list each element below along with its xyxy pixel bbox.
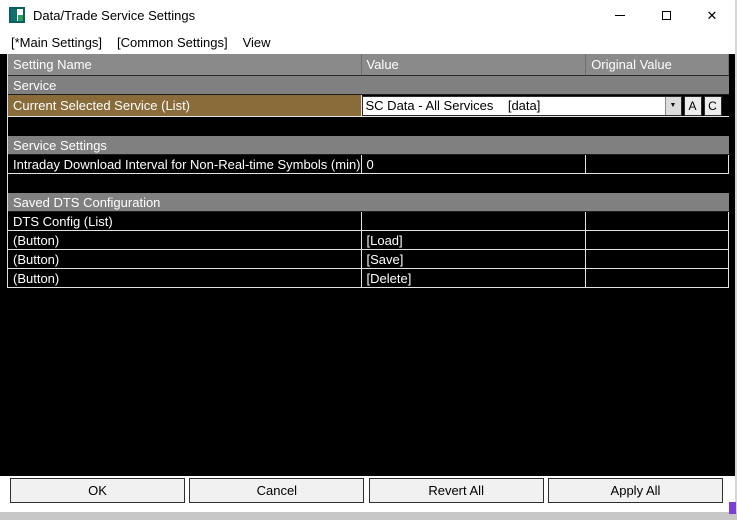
row-dts-config-list: DTS Config (List) — [8, 212, 729, 231]
original-value-cell — [586, 250, 729, 268]
settings-grid: Setting Name Value Original Value Servic… — [7, 54, 729, 288]
setting-name-cell: (Button) — [8, 231, 362, 249]
row-intraday-download-interval: Intraday Download Interval for Non-Real-… — [8, 155, 729, 174]
revert-all-button[interactable]: Revert All — [368, 478, 544, 503]
column-header-original-value: Original Value — [586, 54, 729, 75]
column-header-value: Value — [362, 54, 587, 75]
settings-area: Setting Name Value Original Value Servic… — [0, 54, 735, 476]
titlebar: Data/Trade Service Settings ✕ — [0, 0, 735, 30]
load-button[interactable]: [Load] — [362, 231, 587, 249]
setting-name-cell[interactable]: Current Selected Service (List) — [8, 95, 362, 116]
setting-name-cell[interactable]: DTS Config (List) — [8, 212, 362, 230]
grid-header-row: Setting Name Value Original Value — [8, 54, 729, 76]
background-window-fragment — [729, 502, 736, 514]
cancel-button[interactable]: Cancel — [189, 478, 365, 503]
c-button[interactable]: C — [703, 95, 722, 116]
app-icon — [9, 7, 25, 23]
spacer-row — [8, 117, 729, 136]
original-value-cell — [586, 212, 729, 230]
setting-name-cell[interactable]: Intraday Download Interval for Non-Real-… — [8, 155, 362, 173]
column-header-setting-name: Setting Name — [8, 54, 362, 75]
save-button[interactable]: [Save] — [362, 250, 587, 268]
original-value-cell — [586, 231, 729, 249]
section-saved-dts-configuration: Saved DTS Configuration — [8, 193, 729, 212]
setting-value-cell[interactable] — [362, 212, 587, 230]
caption-buttons: ✕ — [597, 0, 735, 30]
chevron-down-icon[interactable]: ▼ — [664, 96, 681, 115]
maximize-button[interactable] — [643, 0, 689, 30]
close-button[interactable]: ✕ — [689, 0, 735, 30]
service-dropdown[interactable]: SC Data - All Services [data] ▼ — [361, 95, 682, 116]
a-button[interactable]: A — [683, 95, 702, 116]
setting-value-cell: SC Data - All Services [data] ▼ A C — [361, 95, 729, 116]
menu-view[interactable]: View — [242, 33, 272, 52]
minimize-icon — [615, 14, 625, 16]
row-load-button: (Button) [Load] — [8, 231, 729, 250]
menu-common-settings[interactable]: [Common Settings] — [116, 33, 229, 52]
dialog-window: Data/Trade Service Settings ✕ [*Main Set… — [0, 0, 737, 512]
section-service-settings: Service Settings — [8, 136, 729, 155]
maximize-icon — [661, 10, 671, 20]
menubar: [*Main Settings] [Common Settings] View — [0, 30, 735, 54]
spacer-row — [8, 174, 729, 193]
apply-all-button[interactable]: Apply All — [547, 478, 723, 503]
original-value-cell — [586, 155, 729, 173]
section-service: Service — [8, 76, 729, 95]
delete-button[interactable]: [Delete] — [362, 269, 587, 287]
service-dropdown-value: SC Data - All Services [data] — [365, 98, 541, 113]
setting-name-cell: (Button) — [8, 250, 362, 268]
footer-bar: OK Cancel Revert All Apply All — [0, 476, 735, 512]
original-value-cell — [586, 269, 729, 287]
setting-value-cell[interactable]: 0 — [362, 155, 587, 173]
row-save-button: (Button) [Save] — [8, 250, 729, 269]
close-icon: ✕ — [706, 7, 718, 23]
row-current-selected-service: Current Selected Service (List) SC Data … — [8, 95, 729, 117]
minimize-button[interactable] — [597, 0, 643, 30]
setting-name-cell: (Button) — [8, 269, 362, 287]
window-title: Data/Trade Service Settings — [33, 7, 196, 23]
menu-main-settings[interactable]: [*Main Settings] — [10, 33, 103, 52]
ok-button[interactable]: OK — [10, 478, 185, 503]
row-delete-button: (Button) [Delete] — [8, 269, 729, 288]
